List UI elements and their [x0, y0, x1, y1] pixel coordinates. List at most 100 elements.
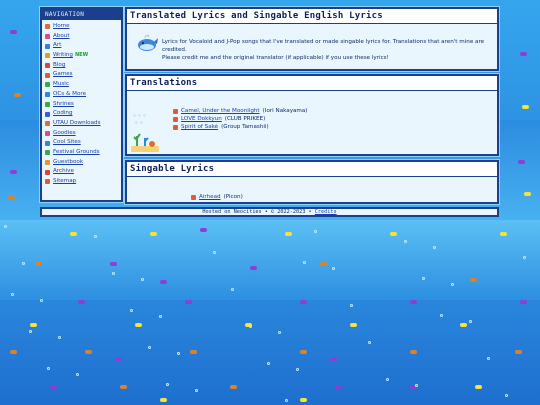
fish-icon [185, 300, 192, 304]
bubble-icon [386, 378, 389, 381]
nav-item-icon [45, 63, 50, 69]
nav-item-link[interactable]: Goodies [53, 129, 76, 139]
nav-item-link[interactable]: Coding [53, 109, 73, 119]
sea-background-deep [0, 300, 540, 405]
fish-icon [524, 192, 531, 196]
nav-item-link[interactable]: UTAU Downloads [53, 119, 101, 129]
nav-item-writing[interactable]: Writing NEW [45, 51, 119, 61]
fish-icon [335, 385, 342, 389]
nav-item-goodies[interactable]: Goodies [45, 129, 119, 139]
nav-item-link[interactable]: Archive [53, 167, 74, 177]
nav-item-icon [45, 53, 50, 59]
nav-item-shrines[interactable]: Shrines [45, 100, 119, 110]
nav-item-link[interactable]: Art [53, 41, 61, 51]
footer-text: Hosted on Neocities • © 2022-2023 • [202, 209, 312, 215]
nav-item-link[interactable]: Blog [53, 61, 65, 71]
footer: Hosted on Neocities • © 2022-2023 • Cred… [40, 207, 499, 217]
fish-icon [410, 350, 417, 354]
nav-item-music[interactable]: Music [45, 80, 119, 90]
nav-item-utau-downloads[interactable]: UTAU Downloads [45, 119, 119, 129]
song-link[interactable]: Camel, Under the Moonlight [181, 107, 260, 115]
fish-icon [230, 385, 237, 389]
nav-item-link[interactable]: Home [53, 22, 70, 32]
bubble-icon [422, 277, 425, 280]
nav-item-link[interactable]: About [53, 32, 70, 42]
fish-icon [300, 350, 307, 354]
bubble-icon [40, 299, 43, 302]
fish-icon [190, 350, 197, 354]
nav-item-icon [45, 179, 50, 185]
nav-item-home[interactable]: Home [45, 22, 119, 32]
nav-item-link[interactable]: Sitemap [53, 177, 76, 187]
bubble-icon [433, 246, 436, 249]
nav-item-icon [45, 121, 50, 127]
bubble-icon [47, 367, 50, 370]
fish-icon [500, 232, 507, 236]
song-link[interactable]: LOVE Dokkyun [181, 115, 222, 123]
fish-icon [10, 170, 17, 174]
song-credit: (Iori Nakayama) [262, 108, 308, 114]
fish-icon [330, 357, 337, 361]
nav-item-sitemap[interactable]: Sitemap [45, 177, 119, 187]
nav-item-link[interactable]: OCs & More [53, 90, 86, 100]
fish-icon [350, 323, 357, 327]
bubble-icon [303, 261, 306, 264]
bubble-icon [285, 399, 288, 402]
credits-link[interactable]: Credits [315, 209, 337, 215]
song-credit: (CLUB PRIKEE) [224, 116, 266, 123]
bubble-icon [148, 346, 151, 349]
intro-line-2: Please credit me and the original transl… [162, 55, 389, 61]
nav-item-icon [45, 92, 50, 98]
nav-item-icon [45, 101, 50, 107]
nav-item-art[interactable]: Art [45, 41, 119, 51]
nav-item-blog[interactable]: Blog [45, 61, 119, 71]
song-credit: (Group Tamashii) [221, 124, 269, 131]
intro-text: Lyrics for Vocaloid and J-Pop songs that… [162, 38, 492, 62]
nav-item-link[interactable]: Games [53, 70, 73, 80]
navigation-sidebar: NAVIGATION Home About Art Writing NEW Blog Gam… [40, 7, 123, 202]
nav-item-icon [45, 111, 50, 117]
bubble-icon [4, 225, 7, 228]
nav-item-archive[interactable]: Archive [45, 167, 119, 177]
nav-item-link[interactable]: Guestbook [53, 158, 83, 168]
nav-item-link[interactable]: Festival Grounds [53, 148, 100, 158]
bubble-icon [487, 357, 490, 360]
nav-item-ocs-more[interactable]: OCs & More [45, 90, 119, 100]
fish-icon [515, 350, 522, 354]
song-credit: (Picon) [223, 194, 243, 200]
whale-icon [138, 34, 158, 51]
song-link[interactable]: Spirit of Saké [181, 123, 218, 131]
fish-icon [35, 262, 42, 266]
nav-item-festival-grounds[interactable]: Festival Grounds [45, 148, 119, 158]
nav-item-icon [45, 34, 50, 40]
bubble-icon [249, 325, 252, 328]
bubble-icon [213, 251, 216, 254]
nav-item-coding[interactable]: Coding [45, 109, 119, 119]
nav-item-link[interactable]: Shrines [53, 100, 74, 110]
nav-item-cool-sites[interactable]: Cool Sites [45, 138, 119, 148]
bubble-icon [278, 331, 281, 334]
pencil-icon [173, 125, 178, 130]
nav-item-about[interactable]: About [45, 32, 119, 42]
fish-icon [300, 398, 307, 402]
nav-item-guestbook[interactable]: Guestbook [45, 158, 119, 168]
bubble-icon [231, 288, 234, 291]
nav-item-link[interactable]: Writing [53, 51, 73, 61]
song-link[interactable]: Airhead [199, 193, 221, 201]
bubble-icon [195, 389, 198, 392]
intro-panel: Translated Lyrics and Singable English L… [125, 7, 499, 71]
fish-icon [110, 262, 117, 266]
nav-item-link[interactable]: Cool Sites [53, 138, 81, 148]
bubble-icon [112, 272, 115, 275]
fish-icon [78, 300, 85, 304]
nav-item-link[interactable]: Music [53, 80, 69, 90]
fish-icon [522, 105, 529, 109]
fish-icon [475, 385, 482, 389]
fish-icon [470, 278, 477, 282]
bubble-icon [29, 330, 32, 333]
fish-icon [14, 93, 21, 97]
bubble-icon [415, 384, 418, 387]
fish-icon [518, 160, 525, 164]
nav-item-games[interactable]: Games [45, 70, 119, 80]
bubble-icon [141, 278, 144, 281]
